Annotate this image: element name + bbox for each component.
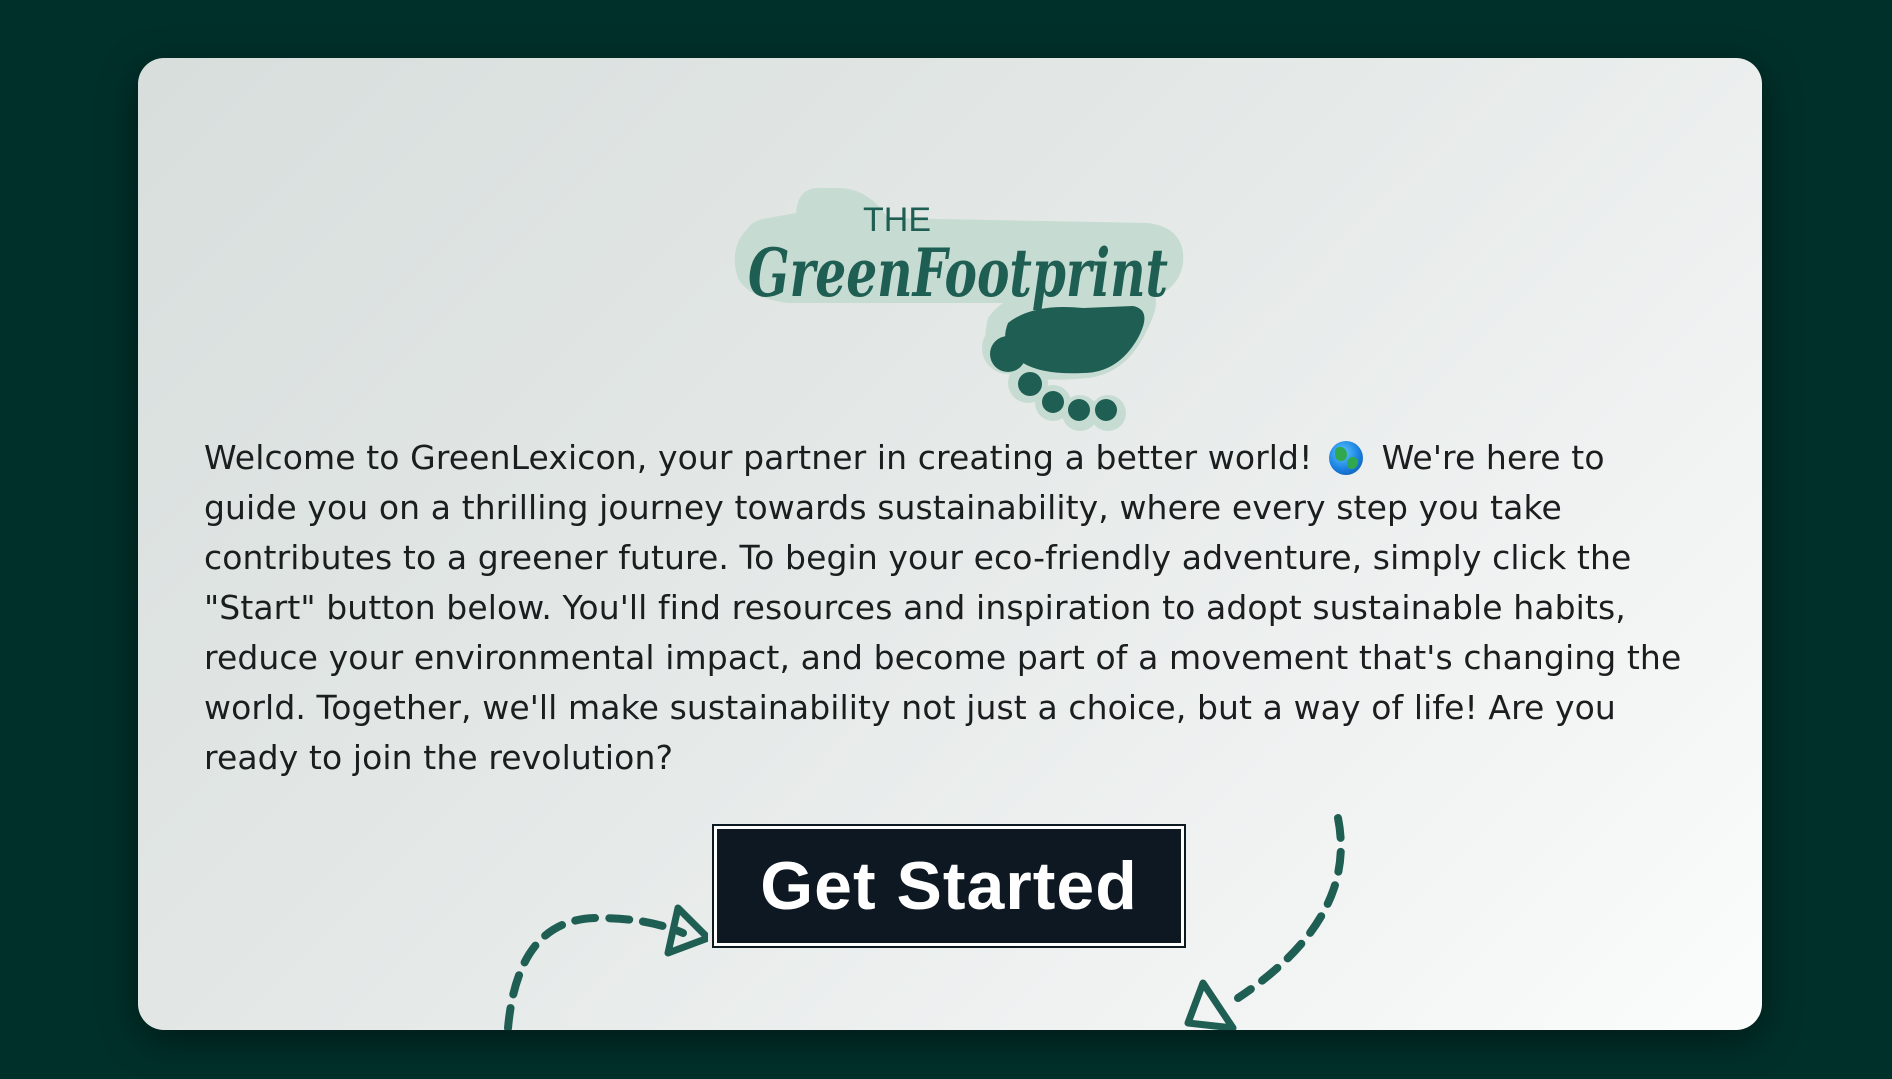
intro-text-part1: Welcome to GreenLexicon, your partner in…: [204, 438, 1313, 477]
logo-brand-text: GreenFootprint: [748, 234, 1168, 312]
intro-text-part2: We're here to guide you on a thrilling j…: [204, 438, 1682, 777]
earth-globe-icon: [1329, 441, 1364, 475]
welcome-card: THE GreenFootprint Welcome to GreenLexic…: [138, 58, 1762, 1030]
intro-paragraph: Welcome to GreenLexicon, your partner in…: [204, 433, 1704, 783]
dashed-arrow-right-icon: [1184, 814, 1345, 1030]
get-started-button-frame: Get Started: [712, 824, 1186, 948]
get-started-button[interactable]: Get Started: [717, 829, 1181, 943]
dashed-arrow-left-icon: [504, 904, 708, 1030]
greenfootprint-logo: THE GreenFootprint: [734, 188, 1184, 431]
